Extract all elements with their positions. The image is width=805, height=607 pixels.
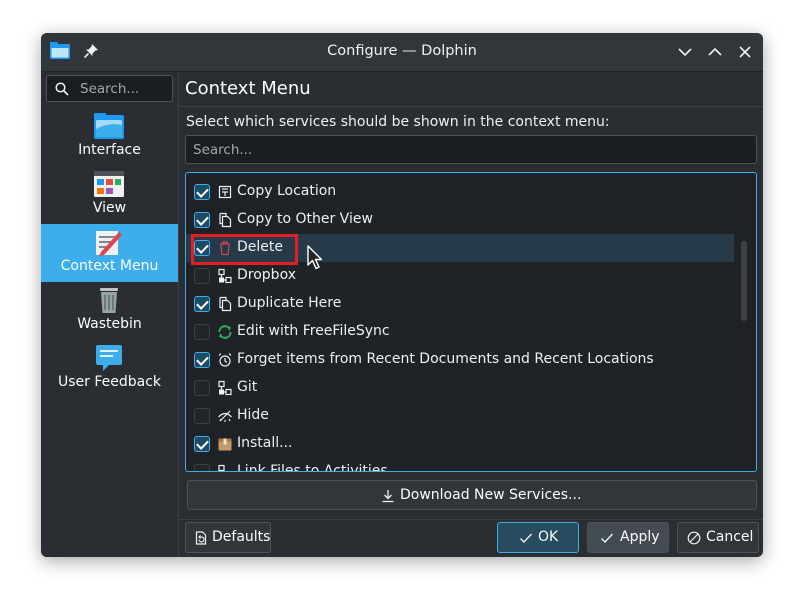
divider [179,519,763,520]
list-item[interactable]: Copy to Other View [186,206,734,234]
download-label: Download New Services... [400,487,582,503]
service-label: Git [237,379,258,395]
list-item[interactable]: Git [186,374,734,402]
cancel-button[interactable]: Cancel [677,522,759,553]
ok-label: OK [538,529,559,545]
folder-icon [94,113,124,139]
checkbox[interactable] [194,296,210,312]
forget-icon [218,353,232,367]
highlight-box [191,234,298,265]
service-label: Edit with FreeFileSync [237,323,390,339]
view-icon [94,171,124,197]
title-bar: Configure — Dolphin [41,33,763,72]
network-icon [218,268,232,284]
duplicate-icon [219,296,232,312]
git-icon [218,380,232,396]
service-label: Duplicate Here [237,295,342,311]
sidebar: Search... Interface View Context Menu Wa… [41,72,179,557]
trash-icon [100,288,118,313]
download-icon [382,490,394,503]
service-label: Dropbox [237,267,296,283]
defaults-label: Defaults [212,529,271,545]
list-item[interactable]: Edit with FreeFileSync [186,318,734,346]
search-icon [55,82,69,96]
download-new-services-button[interactable]: Download New Services... [187,480,757,510]
checkbox[interactable] [194,436,210,452]
list-item[interactable]: Forget items from Recent Documents and R… [186,346,734,374]
service-label: Forget items from Recent Documents and R… [237,351,654,367]
list-item[interactable]: Dropbox [186,262,734,290]
sidebar-item-wastebin[interactable]: Wastebin [41,282,178,340]
minimize-button[interactable] [677,44,693,60]
mouse-cursor-icon [307,245,323,270]
checkbox[interactable] [194,380,210,396]
sidebar-item-interface[interactable]: Interface [41,108,178,166]
main-panel: Context Menu Select which services shoul… [179,72,763,557]
checkbox[interactable] [194,212,210,228]
cancel-label: Cancel [706,529,754,545]
package-icon [218,438,232,451]
checkbox[interactable] [194,464,210,471]
instruction-text: Select which services should be shown in… [186,114,610,130]
list-item[interactable]: Link Files to Activities [186,458,734,472]
document-revert-icon [195,531,207,545]
sidebar-item-label: Wastebin [77,316,142,332]
service-label: Copy to Other View [237,211,373,227]
sidebar-item-context-menu[interactable]: Context Menu [41,224,178,282]
services-search-input[interactable]: Search... [185,135,757,164]
services-list[interactable]: Copy Location Copy to Other View Delete [185,172,757,472]
sidebar-item-view[interactable]: View [41,166,178,224]
service-label: Link Files to Activities [237,463,388,472]
sidebar-item-user-feedback[interactable]: User Feedback [41,340,178,398]
checkmark-icon [520,533,533,544]
activities-icon [218,464,225,471]
services-search-placeholder: Search... [193,142,253,158]
checkbox[interactable] [194,184,210,200]
list-scrollbar[interactable] [741,241,747,321]
copy-icon [219,212,232,228]
window-title: Configure — Dolphin [327,43,477,59]
checkbox[interactable] [194,324,210,340]
defaults-button[interactable]: Defaults [185,522,271,553]
configure-dialog: Configure — Dolphin Search... Interface … [41,33,763,557]
maximize-button[interactable] [707,44,723,60]
feedback-icon [96,345,122,371]
sidebar-search-placeholder: Search... [80,81,140,97]
ok-button[interactable]: OK [497,522,579,553]
list-item[interactable]: Hide [186,402,734,430]
service-label: Copy Location [237,183,337,199]
sidebar-item-label: Interface [78,142,141,158]
apply-button[interactable]: Apply [587,522,669,553]
sidebar-item-label: User Feedback [57,374,162,390]
sidebar-item-label: Context Menu [60,258,159,274]
copy-location-icon [218,185,232,199]
sidebar-search-field[interactable]: Search... [46,75,173,102]
close-button[interactable] [737,44,753,60]
checkmark-icon [601,533,614,544]
list-item[interactable]: Duplicate Here [186,290,734,318]
list-item[interactable]: Copy Location [186,178,734,206]
service-label: Hide [237,407,269,423]
sync-icon [218,325,232,339]
list-item[interactable]: Install... [186,430,734,458]
page-title: Context Menu [185,78,311,99]
divider [179,106,763,107]
checkbox[interactable] [194,408,210,424]
apply-label: Apply [620,529,660,545]
checkbox[interactable] [194,352,210,368]
checkbox[interactable] [194,268,210,284]
hide-icon [218,410,232,422]
context-menu-icon [96,231,122,256]
sidebar-item-label: View [92,200,127,216]
service-label: Install... [237,435,293,451]
cancel-icon [687,531,701,545]
